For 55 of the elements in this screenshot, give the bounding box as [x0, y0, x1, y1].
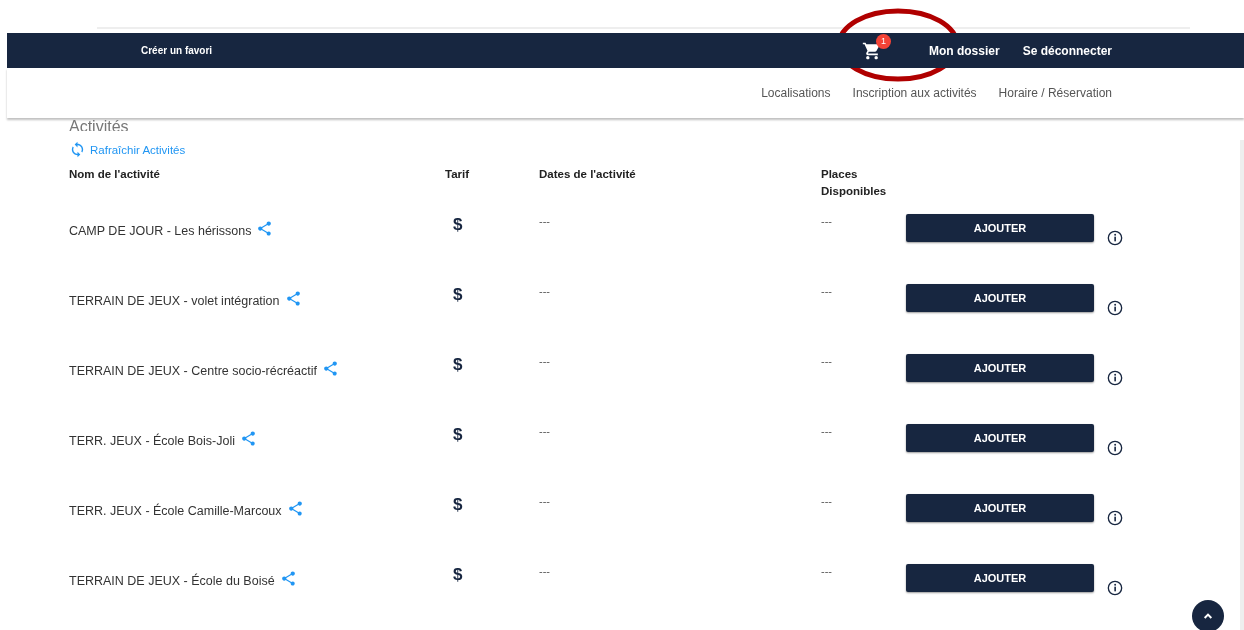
- share-icon[interactable]: [322, 359, 339, 377]
- subnav-link[interactable]: Localisations: [761, 86, 831, 100]
- share-icon[interactable]: [240, 429, 257, 447]
- info-icon[interactable]: [1107, 580, 1123, 596]
- activity-name: TERRAIN DE JEUX - École du Boisé: [69, 574, 275, 588]
- table-cell: ---: [821, 565, 832, 577]
- refresh-icon[interactable]: [69, 141, 86, 158]
- nav-link[interactable]: Mon dossier: [928, 43, 1000, 58]
- subnav-link[interactable]: Horaire / Réservation: [998, 86, 1112, 100]
- table-cell: ---: [821, 285, 832, 297]
- activity-name: TERR. JEUX - École Camille-Marcoux: [69, 504, 282, 518]
- share-icon[interactable]: [286, 499, 304, 517]
- price-symbol: $: [453, 355, 463, 374]
- info-icon[interactable]: [1107, 300, 1123, 316]
- table-cell: ---: [539, 495, 550, 507]
- info-icon[interactable]: [1107, 440, 1123, 456]
- subnav-link[interactable]: Inscription aux activités: [852, 86, 977, 100]
- activity-name: CAMP DE JOUR - Les hérissons: [69, 224, 252, 238]
- table-cell: ---: [821, 425, 832, 437]
- table-cell: ---: [821, 215, 832, 227]
- info-icon[interactable]: [1107, 370, 1123, 386]
- price-symbol: $: [453, 425, 463, 444]
- share-icon[interactable]: [279, 569, 297, 587]
- activity-name: TERR. JEUX - École Bois-Joli: [69, 434, 235, 448]
- scroll-to-top-button[interactable]: [1192, 600, 1224, 630]
- cart-count-badge: 1: [875, 33, 891, 49]
- column-header: Nom de l'activité: [69, 167, 161, 182]
- add-button[interactable]: AJOUTER: [906, 494, 1094, 522]
- table-cell: ---: [539, 425, 550, 437]
- table-cell: ---: [539, 215, 550, 227]
- info-icon[interactable]: [1107, 230, 1123, 246]
- table-cell: ---: [539, 285, 550, 297]
- add-button[interactable]: AJOUTER: [906, 354, 1094, 382]
- price-symbol: $: [453, 495, 463, 514]
- table-cell: ---: [821, 355, 832, 367]
- nav-link[interactable]: Se déconnecter: [1022, 43, 1112, 58]
- price-symbol: $: [453, 285, 463, 304]
- table-cell: ---: [539, 355, 550, 367]
- share-icon[interactable]: [284, 289, 302, 307]
- add-button[interactable]: AJOUTER: [906, 284, 1094, 312]
- activity-name: TERRAIN DE JEUX - volet intégration: [69, 294, 280, 308]
- column-header: Places Disponibles: [821, 167, 888, 199]
- add-button[interactable]: AJOUTER: [906, 564, 1094, 592]
- info-icon[interactable]: [1107, 510, 1123, 526]
- price-symbol: $: [453, 565, 463, 584]
- column-header: Dates de l'activité: [539, 167, 637, 182]
- share-icon[interactable]: [256, 219, 274, 237]
- price-symbol: $: [453, 215, 463, 234]
- add-button[interactable]: AJOUTER: [906, 424, 1094, 452]
- activity-name: TERRAIN DE JEUX - Centre socio-récréactif: [69, 364, 317, 378]
- table-cell: ---: [539, 565, 550, 577]
- favorite-link[interactable]: Créer un favori: [141, 45, 213, 56]
- table-cell: ---: [821, 495, 832, 507]
- column-header: Tarif: [445, 167, 471, 182]
- add-button[interactable]: AJOUTER: [906, 214, 1094, 242]
